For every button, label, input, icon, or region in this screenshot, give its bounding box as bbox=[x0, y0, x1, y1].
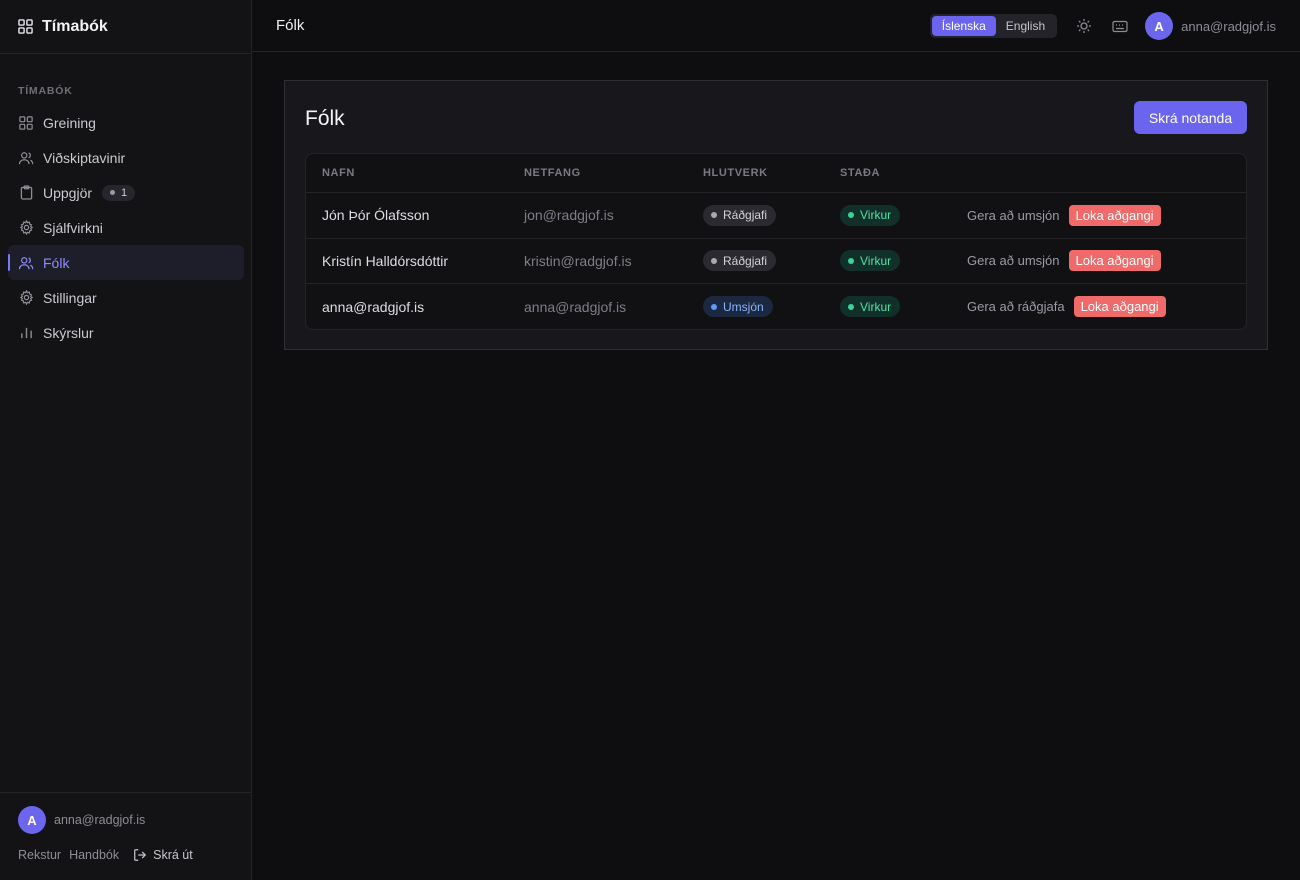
lang-option-en[interactable]: English bbox=[996, 16, 1055, 36]
sidebar-item-sjalfvirkni[interactable]: Sjálfvirkni bbox=[8, 210, 244, 245]
change-role-button[interactable]: Gera að umsjón bbox=[967, 208, 1060, 223]
row-actions: Gera að umsjón Loka aðgangi bbox=[967, 250, 1161, 272]
add-user-button[interactable]: Skrá notanda bbox=[1134, 101, 1247, 134]
table-header: NAFN NETFANG HLUTVERK STAÐA bbox=[306, 154, 1246, 193]
sidebar-user[interactable]: A anna@radgjof.is bbox=[18, 806, 145, 834]
status-badge: Virkur bbox=[840, 204, 901, 226]
handbok-link[interactable]: Handbók bbox=[69, 848, 119, 862]
change-role-button[interactable]: Gera að umsjón bbox=[967, 253, 1060, 268]
user-email: anna@radgjof.is bbox=[1181, 18, 1276, 34]
table-row: Kristín Halldórsdóttir kristin@radgjof.i… bbox=[306, 239, 1246, 284]
status-label: Virkur bbox=[860, 208, 892, 223]
language-switch: Íslenska English bbox=[929, 14, 1058, 38]
sidebar: Tímabók TÍMABÓK Greining Viðskiptavinir bbox=[0, 0, 252, 880]
sidebar-item-label: Stillingar bbox=[43, 289, 97, 306]
row-actions: Gera að umsjón Loka aðgangi bbox=[967, 204, 1161, 226]
status-badge: Virkur bbox=[840, 296, 901, 318]
sidebar-item-label: Uppgjör bbox=[43, 184, 93, 201]
table-row: Jón Þór Ólafsson jon@radgjof.is Ráðgjafi… bbox=[306, 193, 1246, 239]
topbar: Fólk Íslenska English A anna@radgjof.is bbox=[252, 0, 1300, 52]
clipboard-icon bbox=[18, 185, 34, 201]
revoke-access-button[interactable]: Loka aðgangi bbox=[1068, 250, 1161, 272]
people-table: NAFN NETFANG HLUTVERK STAÐA Jón Þór Ólaf… bbox=[305, 153, 1247, 330]
sidebar-item-stillingar[interactable]: Stillingar bbox=[8, 280, 244, 315]
status-dot bbox=[848, 257, 854, 264]
topbar-controls: Íslenska English A anna@radgjof.is bbox=[929, 12, 1276, 40]
sun-icon[interactable] bbox=[1075, 17, 1093, 35]
keyboard-icon[interactable] bbox=[1111, 17, 1129, 35]
row-actions: Gera að ráðgjafa Loka aðgangi bbox=[967, 296, 1166, 318]
column-header-name: NAFN bbox=[322, 167, 355, 179]
status-label: Virkur bbox=[860, 253, 892, 268]
person-email: jon@radgjof.is bbox=[524, 207, 614, 224]
users-icon bbox=[18, 255, 34, 271]
revoke-access-button[interactable]: Loka aðgangi bbox=[1073, 296, 1166, 318]
app-name: Tímabók bbox=[42, 17, 108, 35]
revoke-access-button[interactable]: Loka aðgangi bbox=[1068, 204, 1161, 226]
grid-icon bbox=[18, 115, 34, 131]
change-role-button[interactable]: Gera að ráðgjafa bbox=[967, 299, 1065, 314]
count-badge: 1 bbox=[102, 184, 136, 201]
role-badge: Umsjón bbox=[703, 296, 773, 318]
role-badge: Ráðgjafi bbox=[703, 204, 777, 226]
rekstur-link[interactable]: Rekstur bbox=[18, 848, 61, 862]
gear-icon bbox=[18, 220, 34, 236]
person-email: anna@radgjof.is bbox=[524, 298, 627, 315]
role-label: Umsjón bbox=[723, 299, 764, 314]
status-dot bbox=[848, 303, 854, 310]
sidebar-item-skyrslur[interactable]: Skýrslur bbox=[8, 315, 244, 350]
brand[interactable]: Tímabók bbox=[0, 0, 251, 54]
role-badge: Ráðgjafi bbox=[703, 250, 777, 272]
grid-icon bbox=[18, 19, 33, 34]
sidebar-nav: Greining Viðskiptavinir Uppgjör 1 Sjálfv… bbox=[8, 105, 244, 350]
badge-dot bbox=[110, 190, 116, 195]
users-icon bbox=[18, 150, 34, 166]
person-name: anna@radgjof.is bbox=[322, 298, 425, 315]
person-email: kristin@radgjof.is bbox=[524, 252, 632, 269]
card-title: Fólk bbox=[305, 107, 345, 130]
role-dot bbox=[711, 212, 717, 219]
sidebar-item-label: Viðskiptavinir bbox=[43, 149, 126, 166]
table-row: anna@radgjof.is anna@radgjof.is Umsjón V… bbox=[306, 284, 1246, 329]
gear-icon bbox=[18, 290, 34, 306]
bar-chart-icon bbox=[18, 325, 34, 341]
sidebar-section-label: TÍMABÓK bbox=[18, 85, 73, 97]
page-title: Fólk bbox=[276, 17, 305, 34]
role-dot bbox=[711, 257, 717, 264]
sidebar-item-folk[interactable]: Fólk bbox=[8, 245, 244, 280]
sidebar-links: Rekstur Handbók Skrá út bbox=[18, 848, 201, 862]
column-header-status: STAÐA bbox=[840, 167, 881, 179]
person-name: Jón Þór Ólafsson bbox=[322, 207, 430, 224]
logout-button[interactable]: Skrá út bbox=[133, 848, 201, 862]
avatar: A bbox=[18, 806, 46, 834]
column-header-email: NETFANG bbox=[524, 167, 581, 179]
role-label: Ráðgjafi bbox=[723, 253, 768, 268]
avatar: A bbox=[1145, 12, 1174, 40]
sidebar-item-greining[interactable]: Greining bbox=[8, 105, 244, 140]
role-dot bbox=[711, 303, 717, 310]
sidebar-item-label: Greining bbox=[43, 114, 96, 131]
sidebar-item-label: Skýrslur bbox=[43, 324, 94, 341]
sidebar-item-vidskiptavinir[interactable]: Viðskiptavinir bbox=[8, 140, 244, 175]
sidebar-item-uppgjor[interactable]: Uppgjör 1 bbox=[8, 175, 244, 210]
sidebar-footer: A anna@radgjof.is Rekstur Handbók Skrá ú… bbox=[0, 792, 251, 880]
status-badge: Virkur bbox=[840, 250, 901, 272]
logout-label: Skrá út bbox=[153, 848, 193, 862]
lang-option-is[interactable]: Íslenska bbox=[931, 16, 996, 36]
logout-icon bbox=[134, 849, 147, 861]
sidebar-item-label: Fólk bbox=[43, 254, 70, 271]
badge-count: 1 bbox=[121, 186, 128, 199]
user-email: anna@radgjof.is bbox=[54, 813, 146, 827]
people-card: Fólk Skrá notanda NAFN NETFANG HLUTVERK … bbox=[284, 80, 1268, 350]
role-label: Ráðgjafi bbox=[723, 208, 768, 223]
column-header-role: HLUTVERK bbox=[703, 167, 768, 179]
sidebar-item-label: Sjálfvirkni bbox=[43, 219, 103, 236]
status-label: Virkur bbox=[860, 299, 892, 314]
person-name: Kristín Halldórsdóttir bbox=[322, 252, 449, 269]
topbar-user[interactable]: A anna@radgjof.is bbox=[1145, 12, 1276, 40]
status-dot bbox=[848, 212, 854, 219]
